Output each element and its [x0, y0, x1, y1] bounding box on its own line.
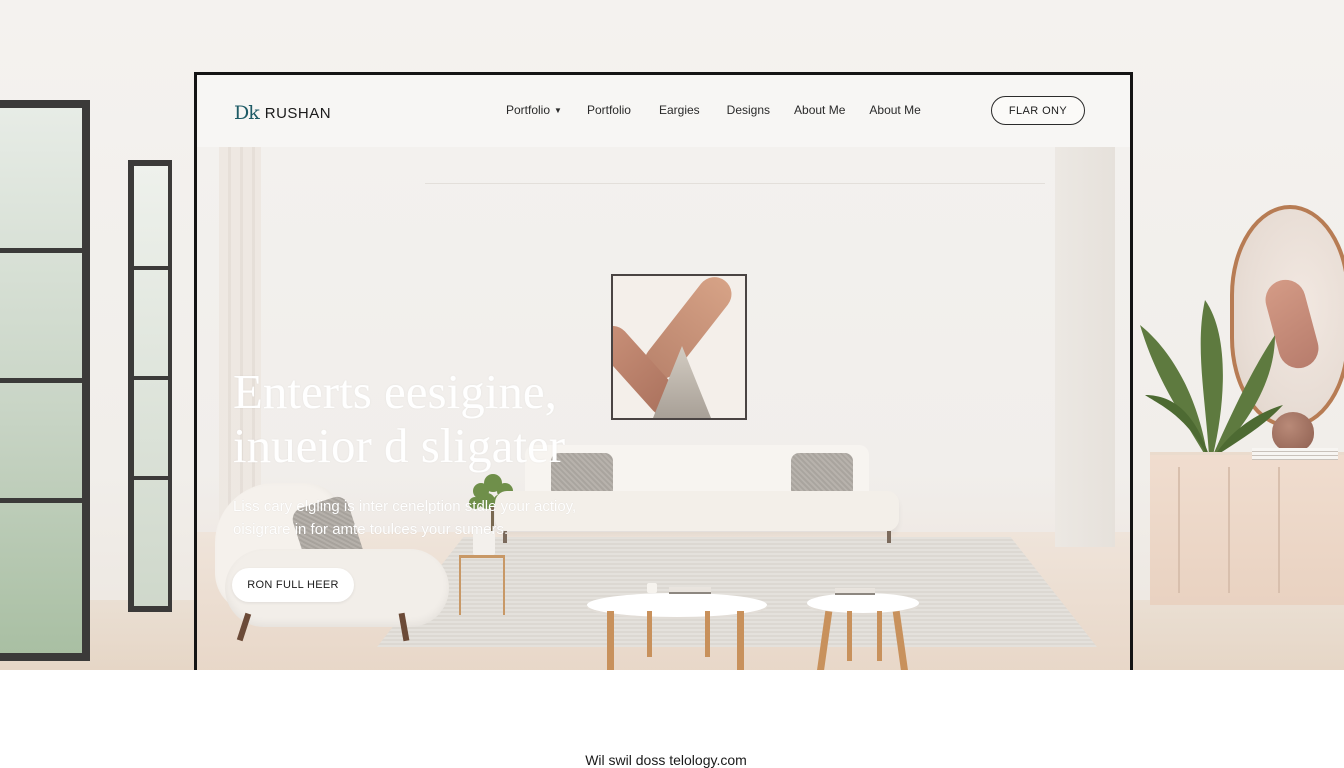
- nav-item-label: Portfolio: [506, 103, 551, 117]
- room-window: [0, 100, 90, 661]
- nav-item-label: Designs: [726, 103, 771, 117]
- side-coffee-table: [807, 588, 919, 673]
- brand-logo[interactable]: Dk RUSHAN: [234, 100, 331, 126]
- hero-subtext-line1: Liss cary elgling is inter cenelption st…: [233, 498, 577, 515]
- nav-item-eargies[interactable]: Eargies: [659, 103, 700, 117]
- ceiling-line: [425, 183, 1045, 184]
- hero-headline-line1: Enterts eesigine,: [233, 364, 557, 419]
- coffee-table: [587, 583, 767, 673]
- hero-section: Enterts eesigine, inueior d sligater Lis…: [197, 147, 1130, 673]
- nav-item-label: Eargies: [658, 103, 700, 117]
- room-plant-illustration: [1140, 300, 1283, 455]
- nav-item-about-me-2[interactable]: About Me: [869, 103, 920, 117]
- room-credenza: [1150, 452, 1344, 605]
- nav-cta-button[interactable]: FLAR ONY: [991, 96, 1085, 125]
- top-navigation: Dk RUSHAN Portfolio ▼ Portfolio Eargies …: [197, 75, 1130, 147]
- hero-subtext: Liss cary elgling is inter cenelption st…: [233, 495, 633, 541]
- room-glass-door: [128, 160, 172, 612]
- hero-cta-button[interactable]: RON FULL HEER: [232, 568, 354, 602]
- nav-item-portfolio-dropdown[interactable]: Portfolio ▼: [506, 103, 562, 117]
- nav-item-label: About Me: [869, 103, 921, 117]
- website-mockup-frame: Enterts eesigine, inueior d sligater Lis…: [194, 72, 1133, 673]
- logo-mark-icon: Dk: [234, 102, 260, 124]
- footer-caption: Wil swil doss telology.com: [585, 752, 747, 768]
- nav-item-designs[interactable]: Designs: [727, 103, 770, 117]
- room-books: [1252, 448, 1338, 460]
- hero-headline: Enterts eesigine, inueior d sligater: [233, 365, 653, 473]
- side-table: [459, 555, 505, 615]
- hero-subtext-line2: oisigrare in for amte toulces your sumer…: [233, 521, 509, 538]
- room-vase: [1272, 412, 1314, 452]
- wall-panel: [1055, 147, 1115, 547]
- hero-headline-line2: inueior d sligater: [233, 418, 566, 473]
- nav-links: Portfolio ▼ Portfolio Eargies Designs Ab…: [506, 103, 921, 117]
- nav-item-label: About Me: [794, 103, 846, 117]
- logo-text: RUSHAN: [264, 104, 332, 122]
- nav-item-about-me[interactable]: About Me: [794, 103, 845, 117]
- nav-item-portfolio[interactable]: Portfolio: [587, 103, 631, 117]
- chevron-down-icon: ▼: [554, 105, 562, 115]
- nav-item-label: Portfolio: [586, 103, 631, 117]
